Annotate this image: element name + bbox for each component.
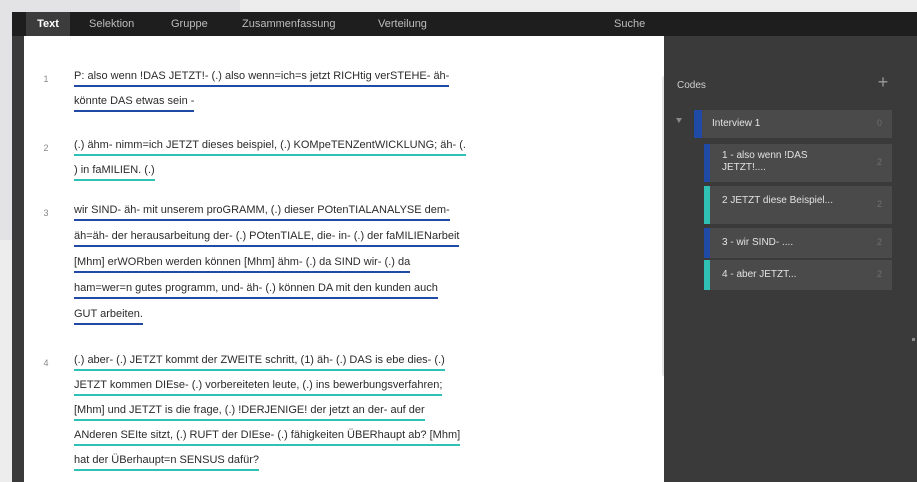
text-line: (.) aber- (.) JETZT kommt der ZWEITE sch… xyxy=(74,352,445,378)
code-item-1[interactable]: 1 - also wenn !DAS JETZT!.... 2 xyxy=(704,144,892,182)
paragraph-number: 1 xyxy=(43,74,49,84)
text-line: könnte DAS etwas sein - xyxy=(74,93,195,119)
text-line: (.) ähm- nimm=ich JETZT dieses beispiel,… xyxy=(74,137,466,163)
tab-text[interactable]: Text xyxy=(26,12,70,36)
text-line: hat der ÜBerhaupt=n SENSUS dafür? xyxy=(74,452,259,478)
code-item-4[interactable]: 4 - aber JETZT... 2 xyxy=(704,260,892,290)
code-label: 2 JETZT diese Beispiel... xyxy=(722,195,833,206)
interview-count: 0 xyxy=(876,118,882,128)
tab-gruppe[interactable]: Gruppe xyxy=(171,12,208,36)
text-line: ANderen SEIte sitzt, (.) RUFT der DIEse-… xyxy=(74,427,461,453)
codes-title: Codes xyxy=(677,80,706,91)
interview-color-bar xyxy=(694,110,702,138)
code-color-bar xyxy=(704,228,710,258)
text-line: [Mhm] erWORben werden können [Mhm] ähm- … xyxy=(74,254,411,280)
paragraph-number: 3 xyxy=(43,208,49,218)
code-color-bar xyxy=(704,186,710,224)
text-line: ham=wer=n gutes programm, und- äh- (.) k… xyxy=(74,280,438,306)
code-count: 2 xyxy=(876,199,882,209)
codes-panel: Codes + Interview 1 0 1 - also wenn !DAS… xyxy=(664,36,917,482)
document-panel: 1 P: also wenn !DAS JETZT!- (.) also wen… xyxy=(24,36,666,482)
app-window: Text Selektion Gruppe Zusammenfassung Ve… xyxy=(12,12,917,482)
code-label: 4 - aber JETZT... xyxy=(722,269,797,280)
tab-suche[interactable]: Suche xyxy=(614,12,645,36)
code-count: 2 xyxy=(876,269,882,279)
code-item-2[interactable]: 2 JETZT diese Beispiel... 2 xyxy=(704,186,892,224)
tab-zusammenfassung[interactable]: Zusammenfassung xyxy=(242,12,336,36)
text-line: P: also wenn !DAS JETZT!- (.) also wenn=… xyxy=(74,68,450,94)
paragraph-number: 4 xyxy=(43,358,49,368)
plus-icon[interactable]: + xyxy=(875,73,891,91)
code-label: 1 - also wenn !DAS JETZT!.... xyxy=(722,150,808,173)
code-color-bar xyxy=(704,144,710,182)
tree-item-interview[interactable]: Interview 1 0 xyxy=(694,110,892,138)
code-item-3[interactable]: 3 - wir SIND- .... 2 xyxy=(704,228,892,258)
text-line: wir SIND- äh- mit unserem proGRAMM, (.) … xyxy=(74,202,450,228)
tab-selektion[interactable]: Selektion xyxy=(89,12,134,36)
code-color-bar xyxy=(704,260,710,290)
text-line: ) in faMILIEN. (.) xyxy=(74,162,155,188)
code-label: 3 - wir SIND- .... xyxy=(722,237,794,248)
text-line: äh=äh- der herausarbeitung der- (.) POte… xyxy=(74,228,460,254)
interview-label: Interview 1 xyxy=(712,118,761,129)
tab-verteilung[interactable]: Verteilung xyxy=(378,12,427,36)
text-line: [Mhm] und JETZT is die frage, (.) !DERJE… xyxy=(74,402,425,428)
text-line: GUT arbeiten. xyxy=(74,306,143,332)
text-line: JETZT kommen DIEse- (.) vorbereiteten le… xyxy=(74,377,443,403)
menu-bar: Text Selektion Gruppe Zusammenfassung Ve… xyxy=(12,12,917,36)
paragraph-number: 2 xyxy=(43,143,49,153)
code-count: 2 xyxy=(876,157,882,167)
code-count: 2 xyxy=(876,237,882,247)
expand-triangle-icon[interactable] xyxy=(676,118,682,123)
edge-marker xyxy=(912,338,915,341)
